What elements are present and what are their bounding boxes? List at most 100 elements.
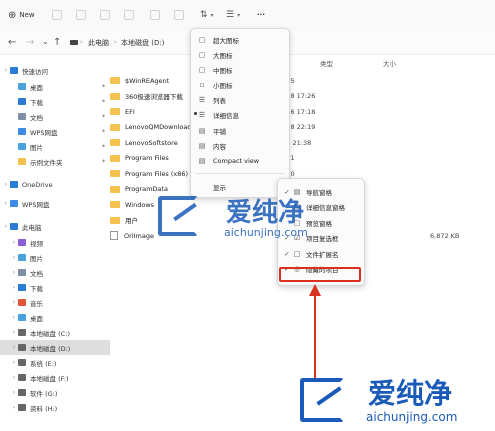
sidebar-item-label: WPS网盘 — [30, 128, 58, 137]
pin-icon[interactable]: ✦ — [101, 83, 106, 90]
sidebar-item[interactable]: › 视频 — [0, 235, 110, 250]
file-row[interactable]: EFI 5/16 17:18 — [110, 105, 490, 118]
sidebar-item[interactable]: › 图片 — [0, 250, 110, 265]
column-header-type[interactable]: 类型 — [320, 58, 333, 70]
file-row[interactable]: Program Files2:41 — [110, 152, 490, 165]
view-menu-item[interactable]: ▤ 内容 — [197, 138, 287, 153]
sidebar-item[interactable]: WPS网盘 ✦ — [0, 124, 110, 139]
file-name: Windows — [125, 200, 155, 209]
watermark-url: aichunjing.com — [224, 226, 308, 239]
sidebar-item[interactable]: › 文档 — [0, 265, 110, 280]
watermark-center: 爱纯净 aichunjing.com — [158, 188, 338, 244]
sidebar-item[interactable]: › 快速访问 — [0, 63, 102, 78]
check-icon: ✓ — [284, 249, 290, 258]
sidebar-item[interactable]: › 桌面 — [0, 310, 110, 325]
chevron-right-icon[interactable]: › — [10, 269, 18, 276]
show-menu-item[interactable]: ✓ □ 文件扩展名 — [282, 246, 362, 261]
view-option-icon: ▤ — [198, 141, 206, 150]
sort-button[interactable]: ⇅ ▾ — [200, 8, 214, 22]
chevron-down-icon[interactable]: ⌄ — [42, 37, 49, 46]
cut-icon[interactable] — [52, 8, 62, 22]
delete-icon[interactable] — [174, 8, 184, 22]
navigation-pane: › 快速访问 桌面 ✦ 下载 ✦ 文档 ✦ WPS网盘 ✦ 图片 ✦ 示例文件夹 ✦ › OneDrive › W… — [0, 55, 110, 431]
view-menu-item[interactable]: ▫ 小图标 — [197, 77, 287, 92]
sidebar-item[interactable]: › 本地磁盘 (D:) — [0, 340, 110, 355]
sidebar-item-label: 文档 — [30, 269, 43, 278]
chevron-right-icon[interactable]: › — [10, 254, 18, 261]
chevron-right-icon[interactable]: › — [10, 389, 18, 396]
back-icon[interactable]: ← — [8, 37, 16, 48]
chevron-right-icon[interactable]: › — [10, 344, 18, 351]
file-name: LenovoQMDownload — [125, 123, 192, 131]
sidebar-item[interactable]: › 软件 (G:) — [0, 385, 110, 400]
sidebar-item-label: 文档 — [30, 113, 43, 122]
chevron-right-icon[interactable]: › — [10, 284, 18, 291]
sidebar-item[interactable]: 下载 ✦ — [0, 94, 110, 109]
chevron-right-icon[interactable]: › — [2, 67, 10, 74]
share-icon[interactable] — [150, 8, 160, 22]
pin-icon[interactable]: ✦ — [101, 98, 106, 105]
sidebar-item[interactable]: › 本地磁盘 (F:) — [0, 370, 110, 385]
file-size: 6,872 KB — [430, 231, 460, 240]
pin-icon[interactable]: ✦ — [101, 113, 106, 120]
chevron-right-icon[interactable]: › — [10, 314, 18, 321]
sidebar-item-label: OneDrive — [22, 180, 53, 189]
breadcrumb-drive-d[interactable]: 本地磁盘 (D:) — [121, 38, 164, 48]
view-menu-item[interactable]: ▤ Compact view — [197, 153, 287, 168]
chevron-right-icon[interactable]: › — [2, 223, 10, 230]
sidebar-item[interactable]: › 资料 (H:) — [0, 400, 110, 415]
chevron-right-icon[interactable]: › — [10, 329, 18, 336]
new-button[interactable]: ⊕ New — [8, 8, 35, 22]
chevron-right-icon[interactable]: › — [10, 374, 18, 381]
red-arrow — [309, 284, 321, 380]
sidebar-item[interactable]: › 此电脑 — [0, 219, 102, 234]
chevron-right-icon[interactable]: › — [10, 299, 18, 306]
view-menu-item[interactable]: ☰ 列表 — [197, 92, 287, 107]
chevron-right-icon[interactable]: › — [10, 359, 18, 366]
file-row[interactable]: LenovoQMDownload 5/18 22:19 — [110, 121, 490, 134]
chevron-right-icon[interactable]: › — [2, 200, 10, 207]
column-header-size[interactable]: 大小 — [383, 58, 396, 70]
view-menu: ▢ 超大图标 ▢ 大图标 ▢ 中图标 ▫ 小图标 ☰ 列表 ☰ 详细信息 ▤ 平铺 ▤ 内容 ▤ Compact … — [190, 28, 290, 198]
sidebar-item[interactable]: 桌面 ✦ — [0, 79, 110, 94]
sidebar-item[interactable]: › OneDrive — [0, 177, 102, 192]
chevron-right-icon[interactable]: › — [2, 181, 10, 188]
view-button[interactable]: ☰ ▾ — [226, 8, 240, 22]
forward-icon[interactable]: → — [26, 37, 34, 48]
view-menu-item[interactable]: ☰ 详细信息 — [194, 107, 287, 122]
more-button[interactable]: ··· — [257, 8, 265, 22]
chevron-right-icon[interactable]: › — [10, 404, 18, 411]
sidebar-item[interactable]: › 下载 — [0, 280, 110, 295]
folder-icon — [110, 92, 120, 100]
file-row[interactable]: $WinREAgent2:15 — [110, 74, 490, 87]
view-menu-item[interactable]: ▢ 大图标 — [197, 47, 287, 62]
sidebar-item[interactable]: 文档 ✦ — [0, 109, 110, 124]
view-menu-item[interactable]: ▢ 中图标 — [197, 62, 287, 77]
pin-icon[interactable]: ✦ — [101, 143, 106, 150]
sidebar-item-icon — [18, 344, 26, 351]
chevron-right-icon[interactable]: › — [10, 239, 18, 246]
sidebar-item[interactable]: › WPS网盘 — [0, 196, 102, 211]
sidebar-item-icon — [18, 143, 26, 150]
sidebar-item[interactable]: › 系统 (E:) — [0, 355, 110, 370]
sidebar-item-label: 示例文件夹 — [30, 158, 63, 167]
view-menu-item[interactable]: ▢ 超大图标 — [197, 32, 287, 47]
pin-icon[interactable]: ✦ — [101, 158, 106, 165]
up-icon[interactable]: ↑ — [53, 37, 61, 48]
sidebar-item[interactable]: › 音乐 — [0, 295, 110, 310]
file-row[interactable]: LenovoSoftstore 5/2 21:38 — [110, 136, 490, 149]
sidebar-item[interactable]: 图片 ✦ — [0, 139, 110, 154]
sidebar-item[interactable]: 示例文件夹 ✦ — [0, 154, 110, 169]
pin-icon[interactable]: ✦ — [101, 128, 106, 135]
rename-icon[interactable] — [124, 8, 134, 22]
sidebar-item[interactable]: › 本地磁盘 (C:) — [0, 325, 110, 340]
sidebar-item-label: 软件 (G:) — [30, 389, 58, 398]
folder-icon — [110, 201, 120, 208]
file-row[interactable]: 360极速浏览器下载 5/18 17:26 — [110, 90, 490, 103]
copy-icon[interactable] — [76, 8, 86, 22]
view-menu-item[interactable]: ▤ 平铺 — [197, 123, 287, 138]
view-menu-item-label: 详细信息 — [213, 111, 239, 120]
paste-icon[interactable] — [100, 8, 110, 22]
file-name: LenovoSoftstore — [125, 138, 178, 147]
breadcrumb-this-pc[interactable]: 此电脑 — [88, 38, 109, 48]
